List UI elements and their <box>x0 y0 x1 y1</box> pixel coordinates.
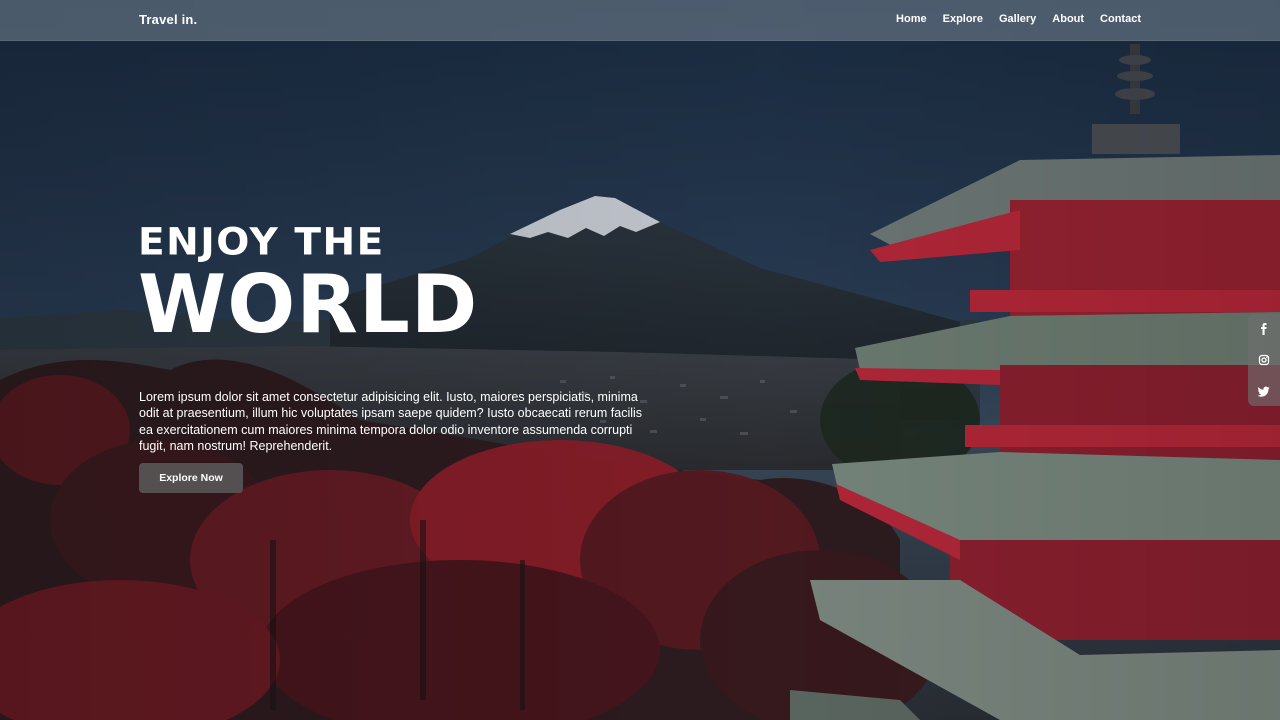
background-overlay <box>0 0 1280 720</box>
top-navbar: Travel in. Home Explore Gallery About Co… <box>0 0 1280 41</box>
hero-title-line2: WORLD <box>138 258 479 351</box>
hero-heading: ENJOY THE WORLD <box>138 222 678 346</box>
brand-logo[interactable]: Travel in. <box>139 12 197 27</box>
nav-links: Home Explore Gallery About Contact <box>896 13 1141 25</box>
social-sidebar <box>1248 314 1280 406</box>
twitter-icon[interactable] <box>1257 384 1271 398</box>
hero-description: Lorem ipsum dolor sit amet consectetur a… <box>139 389 643 454</box>
nav-contact[interactable]: Contact <box>1100 13 1141 25</box>
explore-now-button[interactable]: Explore Now <box>139 463 243 493</box>
nav-explore[interactable]: Explore <box>943 13 983 25</box>
hero-title-line1: ENJOY THE <box>138 221 385 264</box>
facebook-icon[interactable] <box>1257 322 1271 336</box>
instagram-icon[interactable] <box>1257 353 1271 367</box>
nav-about[interactable]: About <box>1052 13 1084 25</box>
nav-gallery[interactable]: Gallery <box>999 13 1036 25</box>
nav-home[interactable]: Home <box>896 13 927 25</box>
